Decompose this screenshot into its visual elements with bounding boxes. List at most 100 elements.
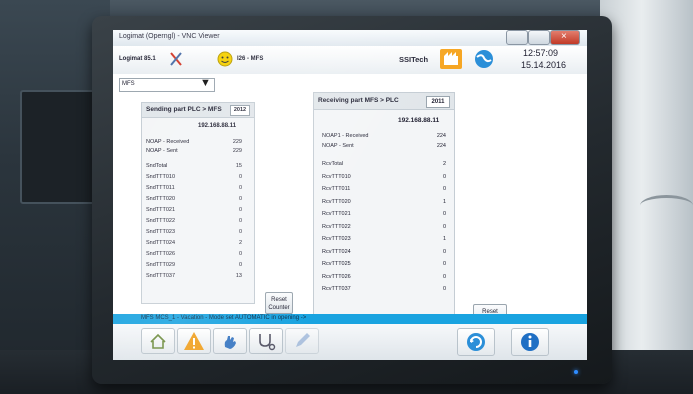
counter-value: 0 [238,229,242,235]
brand-label: SSITech [399,55,429,64]
counter-value: 0 [442,223,446,230]
counter-value: 0 [442,286,446,292]
refresh-button[interactable] [457,328,495,356]
sending-port: 2012 [230,105,250,116]
stethoscope-icon [259,334,276,351]
counter-label: RcvTTT037 [322,286,351,292]
counter-value: 0 [442,248,446,255]
toolbar: Logimat 85.1 I26 - MFS SSITech 12:57:09 … [113,46,587,75]
counter-value: 0 [442,273,446,280]
status-bar: MFS MCS_1 - Vacation - Mode set AUTOMATI… [113,314,587,324]
user-label: Logimat 85.1 [119,56,156,62]
cable [640,195,693,216]
info-icon [521,333,539,351]
counter-label: RcvTTT023 [322,236,351,242]
globe-icon[interactable] [473,48,495,70]
warning-button[interactable] [177,328,211,354]
counter-value: 2 [238,240,242,246]
counter-value: 224 [436,133,446,139]
pencil-icon [296,333,310,347]
receiving-panel: Receiving part MFS > PLC 2011 192.168.88… [313,92,455,316]
device-select[interactable]: MFS ▼ [119,77,215,92]
receiving-port: 2011 [426,96,450,108]
window-title: Logimat (Operngl) - VNC Viewer [119,33,220,40]
counter-value: 0 [442,173,446,180]
window-controls: × [488,30,580,45]
clock-date: 15.14.2016 [521,60,567,70]
sending-ack-list: NOAP - Received 229 NOAP - Sent 229 [146,139,252,163]
counter-label: SndTTT026 [146,251,176,257]
counter-label: SndTTT022 [146,218,176,224]
edit-button[interactable] [285,328,319,354]
counter-value: 0 [238,174,242,180]
diagnostics-button[interactable] [249,328,283,354]
maximize-button[interactable] [528,30,550,45]
manual-button[interactable] [213,328,247,354]
counter-value: 1 [442,236,446,242]
tools-icon[interactable] [169,51,183,67]
factory-icon[interactable] [439,48,463,70]
sending-counter-list: SndTotal 15 SndTTT010 0 SndTTT011 0 SndTTT020 0… [146,163,252,293]
status-text: MFS MCS_1 - Vacation - Mode set AUTOMATI… [141,315,307,321]
counter-label: RcvTTT024 [322,248,351,255]
counter-value: 229 [232,139,242,145]
counter-value: 0 [238,196,242,202]
counter-label: RcvTTT010 [322,173,351,180]
counter-value: 0 [238,262,242,268]
status-smiley-icon [217,51,233,67]
receiving-ip: 192.168.88.11 [398,117,440,124]
refresh-icon [467,333,485,351]
counter-label: RcvTotal [322,161,344,167]
counter-value: 0 [238,207,242,213]
sending-ip: 192.168.88.11 [198,123,237,129]
main-content: MFS ▼ Sending part PLC > MFS 2012 192.16… [113,74,587,329]
receiving-ack-list: NOAP1 - Received 224 NOAP - Sent 224 [322,133,450,159]
counter-value: 0 [238,185,242,191]
counter-label: SndTTT037 [146,273,176,279]
counter-label: RcvTTT025 [322,261,351,267]
sending-title: Sending part PLC > MFS [146,106,222,113]
chevron-down-icon: ▼ [200,77,211,89]
hand-icon [224,336,236,349]
minimize-button[interactable] [506,30,528,45]
counter-value: 0 [238,218,242,224]
counter-label: SndTTT021 [146,207,176,213]
sending-panel-header: Sending part PLC > MFS 2012 [142,103,254,118]
counter-label: RcvTTT021 [322,211,351,217]
info-button[interactable] [511,328,549,356]
close-icon: × [561,31,567,42]
counter-value: 1 [442,198,446,205]
mode-label: I26 - MFS [237,56,264,62]
counter-value: 2 [442,161,446,167]
counter-label: SndTTT029 [146,262,176,268]
counter-value: 224 [436,143,446,149]
bottom-navigation [113,324,587,360]
receiving-panel-header: Receiving part MFS > PLC 2011 [314,93,454,110]
counter-value: 229 [232,148,242,154]
home-icon [150,333,166,349]
close-button[interactable]: × [550,30,580,45]
sending-panel: Sending part PLC > MFS 2012 192.168.88.1… [141,102,255,304]
warning-icon [184,332,204,350]
counter-label: SndTTT011 [146,185,175,191]
counter-label: SndTTT010 [146,174,176,180]
power-led [574,370,578,374]
title-bar: Logimat (Operngl) - VNC Viewer × [113,30,587,46]
counter-label: SndTTT020 [146,196,176,202]
sending-reset-label: Reset Counter [268,297,290,311]
receiving-counter-list: RcvTotal 2 RcvTTT010 0 RcvTTT011 0 RcvTTT020 1 R… [322,161,450,311]
screen: Logimat (Operngl) - VNC Viewer × Logimat… [113,30,587,360]
counter-label: RcvTTT022 [322,223,351,230]
counter-value: 13 [235,273,242,279]
counter-value: 0 [238,251,242,257]
counter-label: NOAP - Sent [146,148,178,154]
counter-label: SndTotal [146,163,168,169]
counter-label: NOAP - Received [146,139,190,145]
counter-value: 0 [442,186,446,192]
counter-label: NOAP1 - Received [322,133,369,139]
counter-label: SndTTT023 [146,229,176,235]
home-button[interactable] [141,328,175,354]
receiving-title: Receiving part MFS > PLC [318,97,399,104]
counter-label: RcvTTT011 [322,186,351,192]
sending-reset-counter-button[interactable]: Reset Counter [265,292,293,314]
